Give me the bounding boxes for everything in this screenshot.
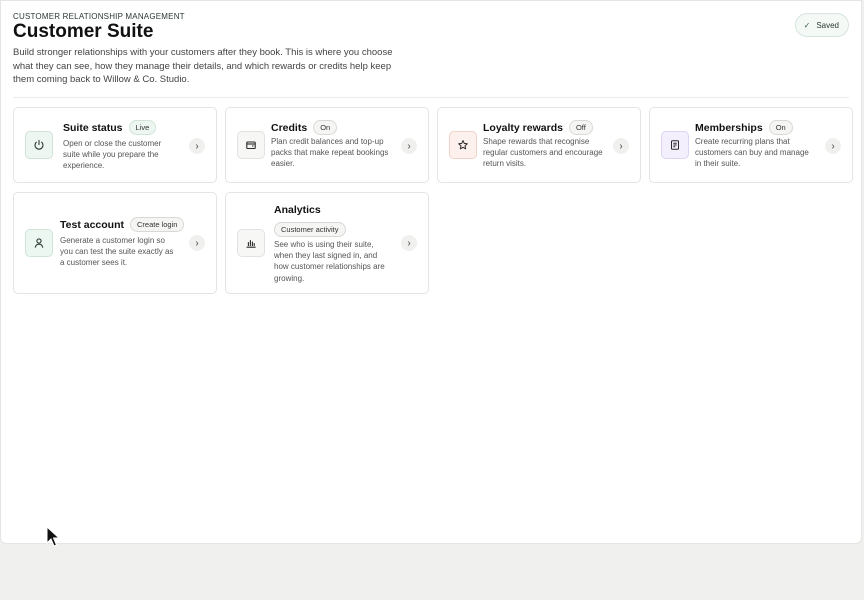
card-description: Plan credit balances and top-up packs th… <box>271 137 389 169</box>
star-icon <box>449 131 477 159</box>
status-badge: Live <box>128 120 157 135</box>
card-credits[interactable]: Credits On Plan credit balances and top-… <box>225 107 429 183</box>
section-eyebrow: CUSTOMER RELATIONSHIP MANAGEMENT <box>13 12 185 21</box>
chevron-right-icon[interactable]: › <box>825 138 841 154</box>
status-badge: Customer activity <box>274 222 346 237</box>
card-memberships[interactable]: Memberships On Create recurring plans th… <box>649 107 853 183</box>
card-title: Analytics <box>274 204 321 216</box>
page-title: Customer Suite <box>13 21 154 42</box>
card-title: Credits <box>271 121 308 134</box>
check-icon: ✓ <box>803 20 811 30</box>
create-login-button[interactable]: Create login <box>129 217 185 232</box>
card-loyalty-rewards[interactable]: Loyalty rewards Off Shape rewards that r… <box>437 107 641 183</box>
card-title: Suite status <box>63 121 123 134</box>
card-description: Generate a customer login so you can tes… <box>60 236 174 268</box>
card-analytics[interactable]: Analytics Customer activity See who is u… <box>225 192 429 294</box>
card-title: Loyalty rewards <box>483 121 563 134</box>
saved-status-badge: ✓ Saved <box>794 13 849 37</box>
mouse-cursor-icon <box>46 526 60 547</box>
card-title: Test account <box>60 218 124 231</box>
bar-chart-icon <box>237 229 265 257</box>
customer-suite-panel: CUSTOMER RELATIONSHIP MANAGEMENT Custome… <box>0 0 862 544</box>
card-title: Memberships <box>695 121 763 134</box>
wallet-icon <box>237 131 265 159</box>
card-description: Shape rewards that recognise regular cus… <box>483 137 603 169</box>
chevron-right-icon[interactable]: › <box>189 235 205 251</box>
power-icon <box>25 131 53 159</box>
card-description: Open or close the customer suite while y… <box>63 139 162 171</box>
saved-label: Saved <box>816 20 839 30</box>
status-badge: On <box>313 120 338 135</box>
page-description: Build stronger relationships with your c… <box>13 47 393 85</box>
chevron-right-icon[interactable]: › <box>613 138 629 154</box>
chevron-right-icon[interactable]: › <box>401 138 417 154</box>
status-badge: Off <box>568 120 593 135</box>
document-icon <box>661 131 689 159</box>
user-icon <box>25 229 53 257</box>
card-description: See who is using their suite, when they … <box>274 240 385 283</box>
status-badge: On <box>768 120 793 135</box>
card-description: Create recurring plans that customers ca… <box>695 137 809 169</box>
chevron-right-icon[interactable]: › <box>401 235 417 251</box>
divider <box>13 97 849 98</box>
chevron-right-icon[interactable]: › <box>189 138 205 154</box>
card-suite-status[interactable]: Suite status Live Open or close the cust… <box>13 107 217 183</box>
card-test-account[interactable]: Test account Create login Generate a cus… <box>13 192 217 294</box>
